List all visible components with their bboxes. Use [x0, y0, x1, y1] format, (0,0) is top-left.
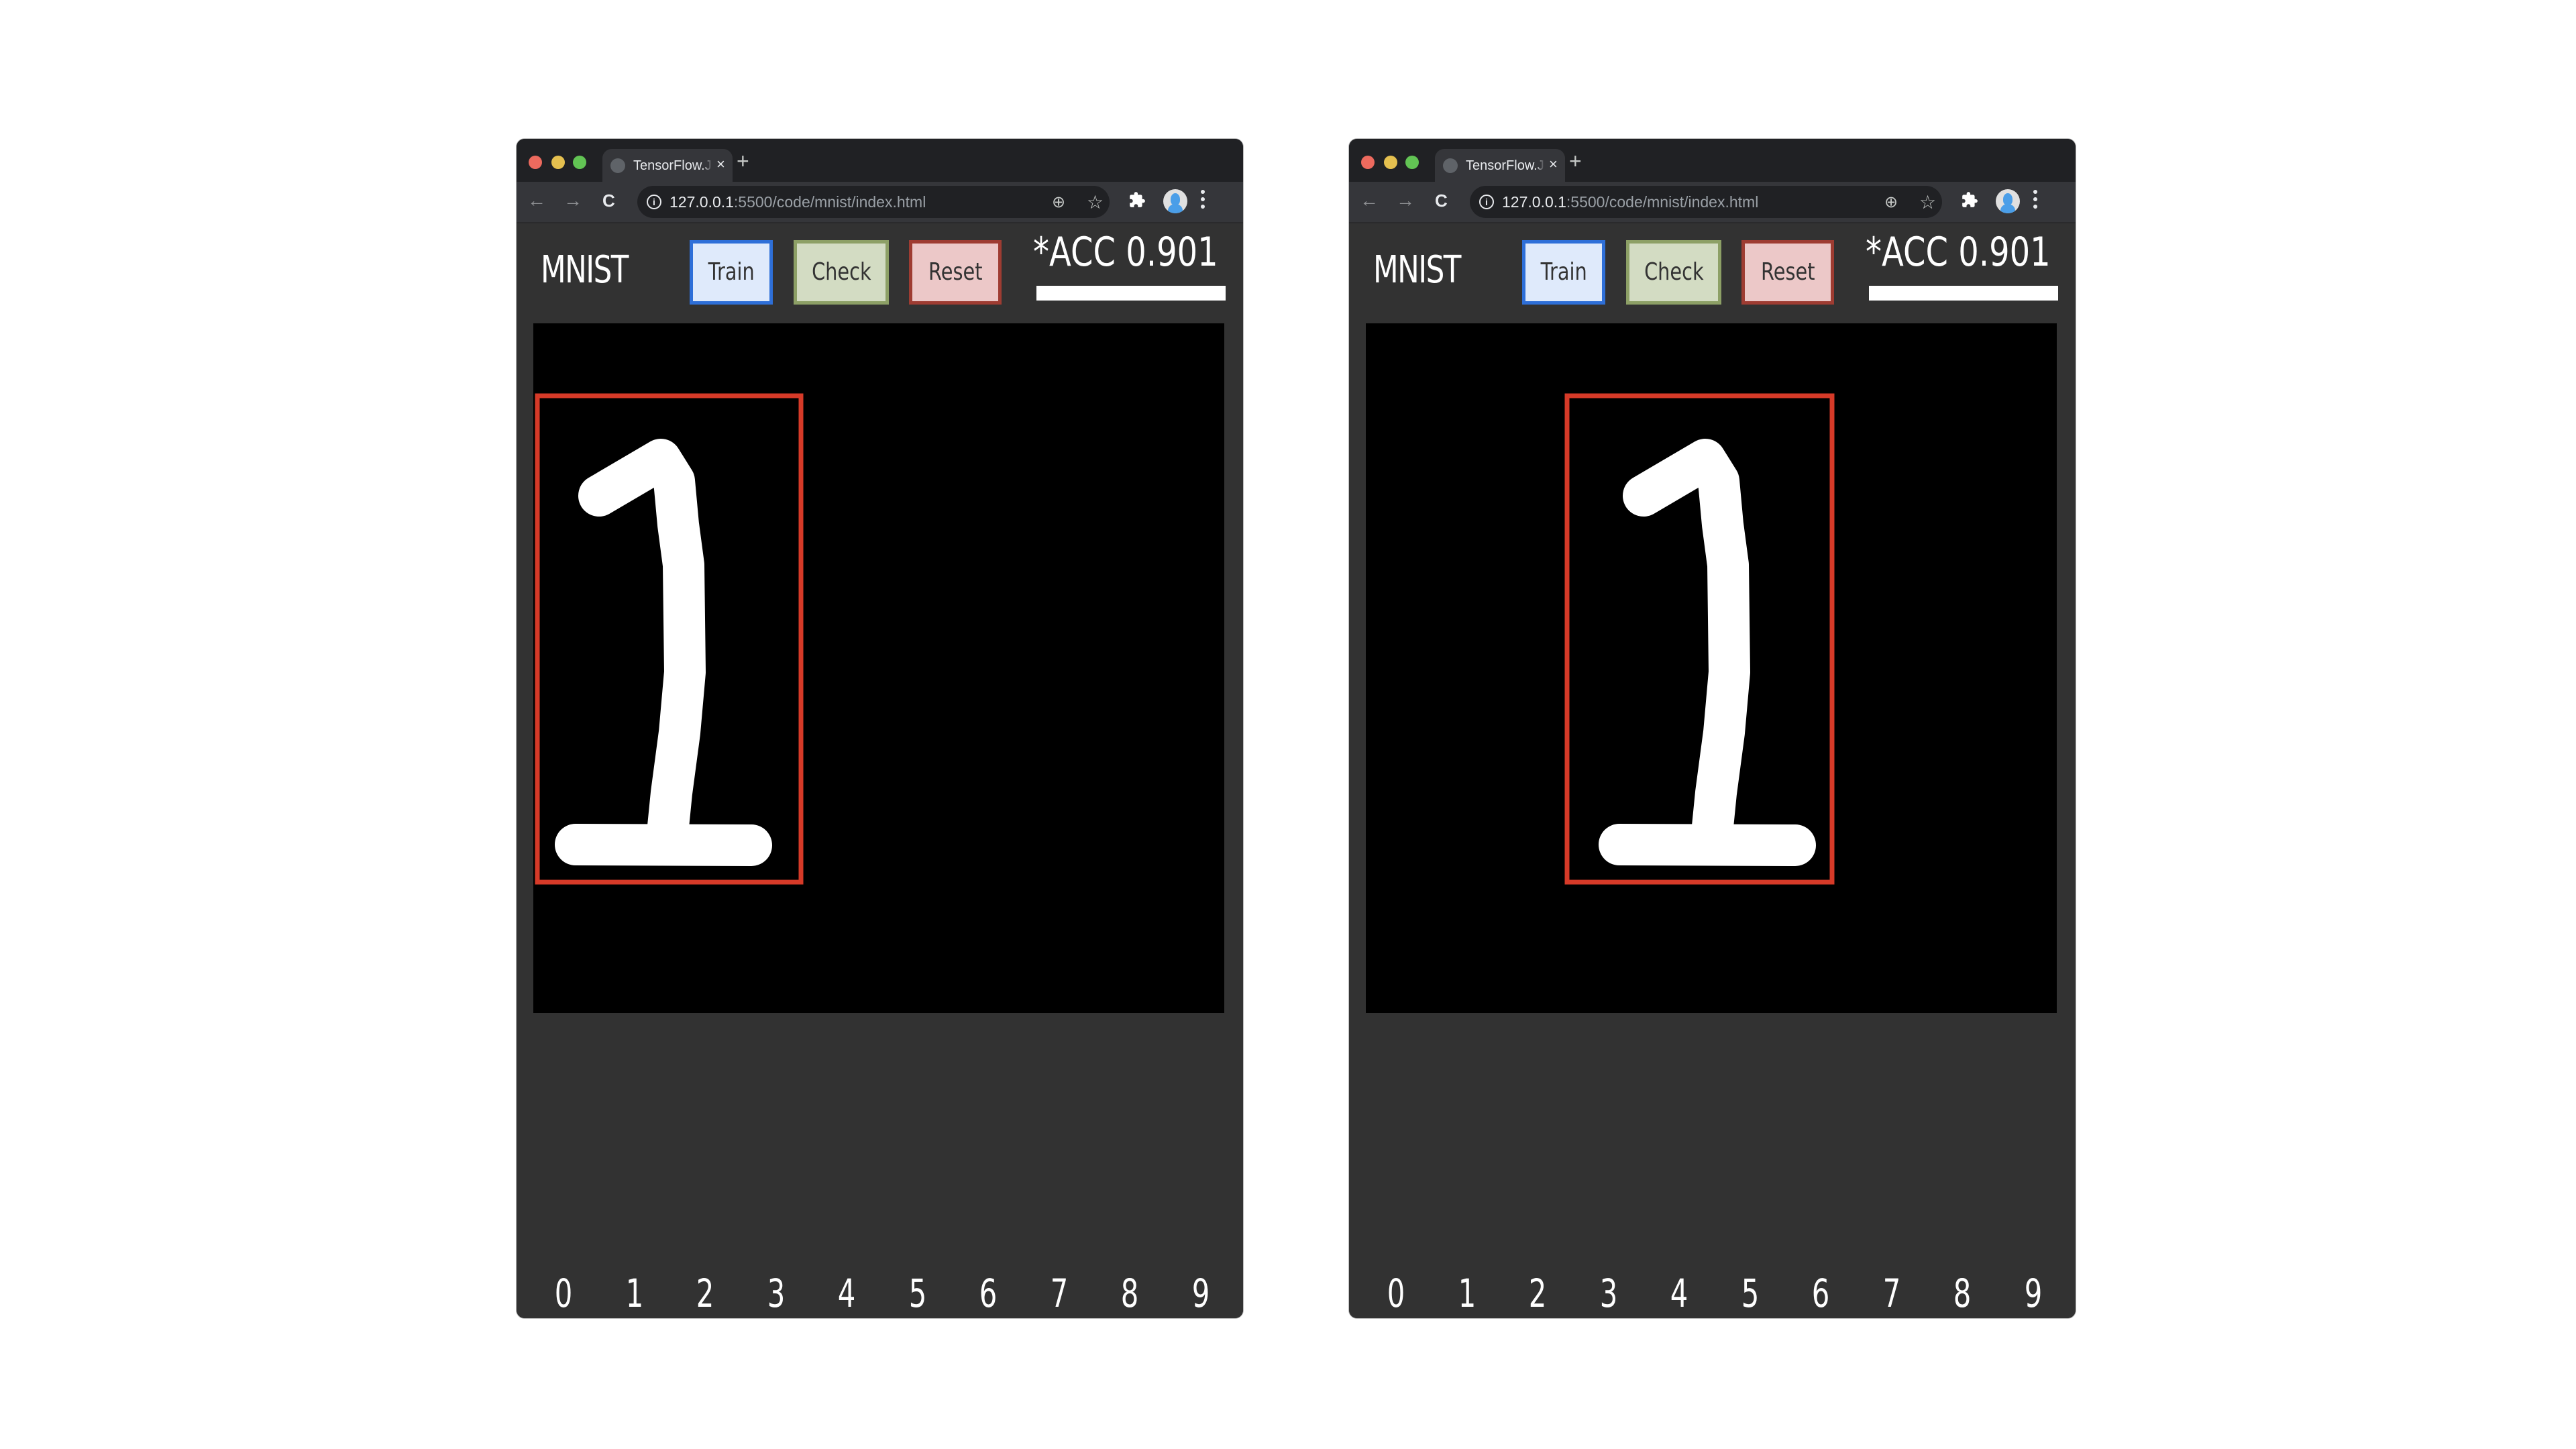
check-button-label: Check [811, 258, 871, 286]
mnist-app: MNIST Train Check Reset *ACC 0.901 0 1 2… [1349, 223, 2076, 1318]
zoom-icon[interactable]: ⊕ [1052, 193, 1065, 212]
train-button-label: Train [1540, 258, 1587, 286]
drawing-canvas[interactable] [1366, 323, 2057, 1013]
drawn-digit-one [1599, 439, 1816, 866]
forward-arrow-icon[interactable]: → [1396, 190, 1415, 211]
digit-label: 3 [767, 1271, 785, 1316]
extensions-puzzle-icon[interactable] [1961, 191, 1978, 209]
accuracy-bar-fill [1036, 286, 1226, 301]
digit-labels: 0 1 2 3 4 5 6 7 8 9 [1349, 1270, 2076, 1318]
info-icon[interactable]: i [647, 195, 661, 209]
app-logo: MNIST [541, 248, 629, 292]
extensions-puzzle-icon[interactable] [1128, 191, 1146, 209]
zoom-icon[interactable]: ⊕ [1884, 193, 1898, 212]
minimize-window-button[interactable] [1384, 156, 1397, 169]
accuracy-label: *ACC 0.901 [1866, 229, 2051, 276]
train-button[interactable]: Train [1522, 240, 1605, 305]
back-arrow-icon[interactable]: ← [1360, 190, 1379, 211]
digit-label: 4 [1670, 1271, 1688, 1316]
train-button-label: Train [708, 258, 755, 286]
address-bar[interactable]: i 127.0.0.1:5500/code/mnist/index.html ⊕… [637, 186, 1110, 218]
digit-label: 2 [1528, 1271, 1547, 1316]
tab-title: TensorFlow.JS MNIST Workshop [1466, 158, 1545, 173]
digit-label: 6 [1811, 1271, 1830, 1316]
browser-window-left: TensorFlow.JS MNIST Workshop × + ← → C i… [517, 139, 1243, 1318]
close-window-button[interactable] [529, 156, 542, 169]
toolbar: ← → C i 127.0.0.1:5500/code/mnist/index.… [1349, 182, 2076, 223]
digit-labels: 0 1 2 3 4 5 6 7 8 9 [517, 1270, 1243, 1318]
accuracy-bar [1036, 286, 1226, 301]
reset-button-label: Reset [1760, 258, 1815, 286]
accuracy-bar-fill [1869, 286, 2058, 301]
browser-tab[interactable]: TensorFlow.JS MNIST Workshop × [1435, 149, 1565, 182]
digit-label: 8 [1953, 1271, 1972, 1316]
digit-label: 0 [1387, 1271, 1405, 1316]
reset-button[interactable]: Reset [1741, 240, 1834, 305]
reload-icon[interactable]: C [1435, 190, 1448, 211]
digit-label: 7 [1050, 1271, 1068, 1316]
close-window-button[interactable] [1361, 156, 1375, 169]
tab-bar: TensorFlow.JS MNIST Workshop × + [517, 139, 1243, 182]
digit-label: 5 [908, 1271, 926, 1316]
tab-close-icon[interactable]: × [716, 156, 725, 172]
maximize-window-button[interactable] [1405, 156, 1419, 169]
reload-icon[interactable]: C [602, 190, 615, 211]
reset-button-label: Reset [928, 258, 983, 286]
minimize-window-button[interactable] [551, 156, 565, 169]
reset-button[interactable]: Reset [909, 240, 1002, 305]
app-logo: MNIST [1373, 248, 1461, 292]
bookmark-star-icon[interactable]: ☆ [1919, 191, 1936, 213]
check-button[interactable]: Check [1626, 240, 1721, 305]
tab-bar: TensorFlow.JS MNIST Workshop × + [1349, 139, 2076, 182]
globe-icon [610, 158, 625, 173]
digit-label: 3 [1599, 1271, 1617, 1316]
url-path: :5500/code/mnist/index.html [733, 193, 926, 211]
browser-tab[interactable]: TensorFlow.JS MNIST Workshop × [602, 149, 733, 182]
forward-arrow-icon[interactable]: → [564, 190, 582, 211]
bookmark-star-icon[interactable]: ☆ [1087, 191, 1104, 213]
digit-label: 7 [1882, 1271, 1900, 1316]
drawing-canvas[interactable] [533, 323, 1224, 1013]
digit-label: 1 [625, 1271, 643, 1316]
globe-icon [1443, 158, 1458, 173]
digit-label: 6 [979, 1271, 998, 1316]
new-tab-button[interactable]: + [1569, 150, 1582, 172]
kebab-menu-icon[interactable] [2033, 190, 2037, 212]
accuracy-label: *ACC 0.901 [1033, 229, 1218, 276]
drawn-digit-one [555, 439, 772, 866]
digit-label: 2 [696, 1271, 714, 1316]
digit-label: 0 [554, 1271, 573, 1316]
toolbar: ← → C i 127.0.0.1:5500/code/mnist/index.… [517, 182, 1243, 223]
digit-label: 5 [1741, 1271, 1759, 1316]
info-icon[interactable]: i [1479, 195, 1494, 209]
back-arrow-icon[interactable]: ← [527, 190, 546, 211]
kebab-menu-icon[interactable] [1201, 190, 1205, 212]
url-path: :5500/code/mnist/index.html [1566, 193, 1759, 211]
digit-label: 9 [1191, 1271, 1210, 1316]
train-button[interactable]: Train [690, 240, 773, 305]
digit-label: 1 [1458, 1271, 1476, 1316]
check-button-label: Check [1644, 258, 1704, 286]
url-host: 127.0.0.1 [1502, 193, 1566, 211]
check-button[interactable]: Check [794, 240, 889, 305]
url-text[interactable]: 127.0.0.1:5500/code/mnist/index.html [1502, 193, 1758, 211]
digit-label: 9 [2024, 1271, 2042, 1316]
digit-label: 4 [837, 1271, 856, 1316]
url-text[interactable]: 127.0.0.1:5500/code/mnist/index.html [669, 193, 926, 211]
accuracy-bar [1869, 286, 2058, 301]
tab-close-icon[interactable]: × [1549, 156, 1558, 172]
profile-avatar[interactable] [1163, 189, 1187, 213]
profile-avatar[interactable] [1996, 189, 2020, 213]
url-host: 127.0.0.1 [669, 193, 734, 211]
digit-label: 8 [1120, 1271, 1139, 1316]
maximize-window-button[interactable] [573, 156, 586, 169]
tab-title: TensorFlow.JS MNIST Workshop [633, 158, 712, 173]
address-bar[interactable]: i 127.0.0.1:5500/code/mnist/index.html ⊕… [1470, 186, 1942, 218]
new-tab-button[interactable]: + [737, 150, 749, 172]
browser-window-right: TensorFlow.JS MNIST Workshop × + ← → C i… [1349, 139, 2076, 1318]
mnist-app: MNIST Train Check Reset *ACC 0.901 0 1 2… [517, 223, 1243, 1318]
